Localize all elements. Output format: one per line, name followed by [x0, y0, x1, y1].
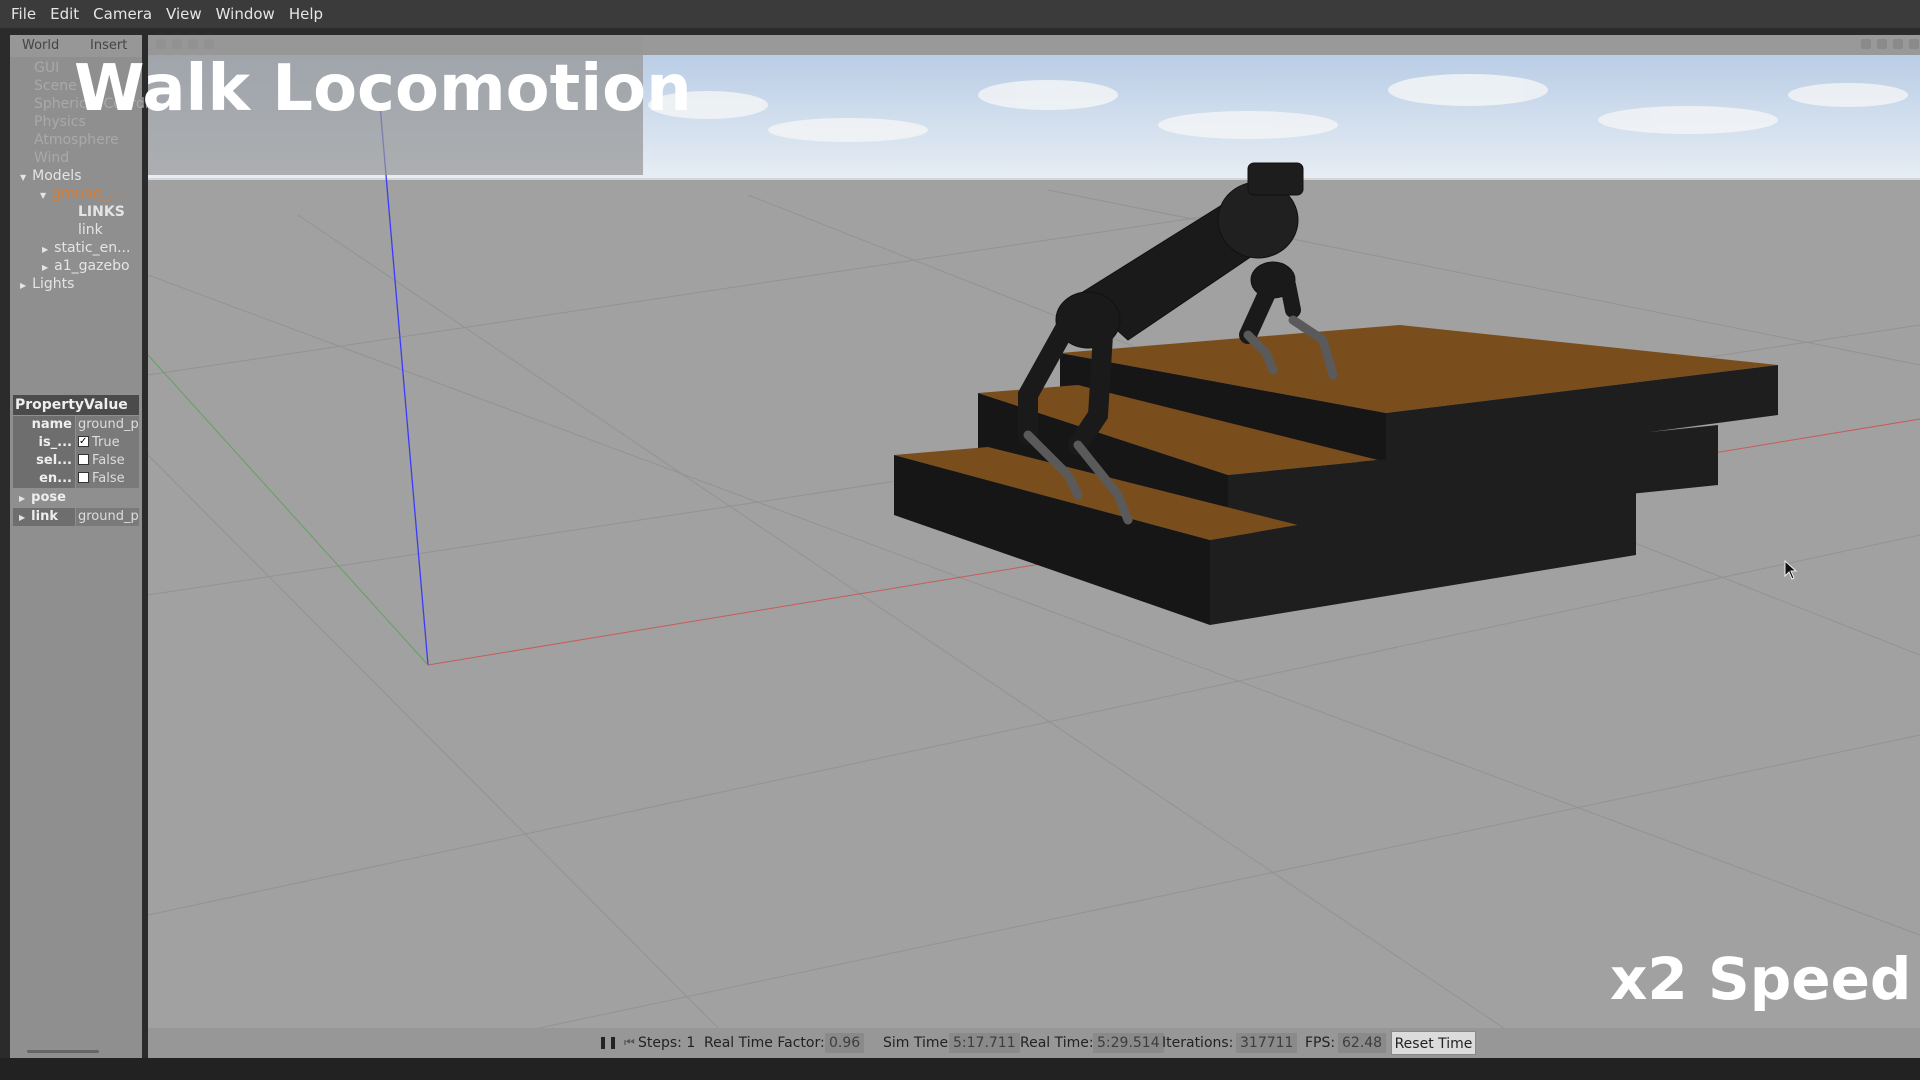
- property-row-name[interactable]: name ground_p: [13, 416, 139, 434]
- checkbox-unchecked[interactable]: [78, 472, 89, 483]
- screenshot-icon[interactable]: [1861, 39, 1871, 49]
- property-key: en...: [13, 470, 75, 488]
- real-time-label: Real Time:: [1020, 1035, 1094, 1051]
- collapsed-arrow-icon[interactable]: ▶: [42, 263, 48, 272]
- tree-item-a1-gazebo[interactable]: ▶ a1_gazebo: [42, 257, 130, 275]
- property-value[interactable]: True: [76, 434, 139, 452]
- tree-item-links: LINKS: [78, 204, 125, 220]
- checkbox-checked[interactable]: [78, 434, 89, 451]
- tree-item-link[interactable]: link: [78, 221, 103, 239]
- reset-time-button[interactable]: Reset Time: [1391, 1031, 1476, 1055]
- 3d-viewport[interactable]: [148, 35, 1920, 1058]
- bottom-strip: [0, 1058, 1920, 1080]
- pause-icon[interactable]: ❚❚: [598, 1035, 618, 1049]
- step-icon[interactable]: ⏮: [624, 1035, 635, 1050]
- tree-label: static_en...: [54, 240, 131, 256]
- property-value[interactable]: ground_p: [76, 416, 139, 434]
- mouse-cursor-icon: [1784, 560, 1798, 580]
- video-icon[interactable]: [1909, 39, 1919, 49]
- collapsed-arrow-icon[interactable]: ▶: [42, 245, 48, 254]
- rtf-value: 0.96: [825, 1033, 865, 1053]
- status-bar: ❚❚ ⏮ Steps: 1 Real Time Factor: 0.96 Sim…: [148, 1028, 1920, 1058]
- speed-label: x2 Speed: [1610, 945, 1912, 1013]
- checkbox-unchecked[interactable]: [78, 454, 89, 465]
- real-time-value: 5:29.514: [1093, 1033, 1164, 1053]
- property-key: ▶ pose: [13, 489, 75, 507]
- tree-label: a1_gazebo: [54, 258, 130, 274]
- steps-label[interactable]: Steps: 1: [638, 1035, 695, 1051]
- iterations-label: Iterations:: [1162, 1035, 1234, 1051]
- collapsed-arrow-icon[interactable]: ▶: [19, 494, 25, 503]
- menu-bar: File Edit Camera View Window Help: [0, 0, 1920, 28]
- tree-label: Lights: [32, 276, 75, 292]
- menu-camera[interactable]: Camera: [86, 0, 159, 28]
- property-value[interactable]: False: [76, 470, 139, 488]
- menu-file[interactable]: File: [4, 0, 43, 28]
- property-row-pose[interactable]: ▶ pose: [13, 489, 139, 507]
- scene-render: [148, 53, 1920, 1058]
- property-row-is-static[interactable]: is_... True: [13, 434, 139, 452]
- menu-help[interactable]: Help: [282, 0, 330, 28]
- collapsed-arrow-icon[interactable]: ▶: [20, 281, 26, 290]
- fps-label: FPS:: [1305, 1035, 1336, 1051]
- video-title: Walk Locomotion: [74, 52, 692, 126]
- rtf-label: Real Time Factor:: [704, 1035, 825, 1051]
- property-key: ▶ link: [13, 508, 75, 526]
- left-panel: World Insert GUI Scene Spherical Coordin…: [10, 35, 188, 1058]
- checkbox-label: False: [92, 471, 125, 486]
- tree-item-lights[interactable]: ▶ Lights: [20, 275, 74, 293]
- ground-plane: [148, 178, 1920, 1058]
- horizontal-scrollbar[interactable]: [27, 1050, 99, 1053]
- property-key: sel...: [13, 452, 75, 470]
- collapsed-arrow-icon[interactable]: ▶: [19, 513, 25, 522]
- expanded-arrow-icon[interactable]: ▼: [20, 173, 26, 182]
- checkbox-label: False: [92, 453, 125, 468]
- tree-label: ground_...: [52, 186, 123, 202]
- tree-item-models[interactable]: ▼ Models: [20, 167, 81, 185]
- property-row-link[interactable]: ▶ link ground_p: [13, 508, 139, 526]
- fps-value: 62.48: [1338, 1033, 1387, 1053]
- tab-insert[interactable]: Insert: [90, 38, 127, 53]
- property-key-label: link: [31, 509, 58, 524]
- sim-time-value: 5:17.711: [949, 1033, 1020, 1053]
- tree-item-wind[interactable]: Wind: [34, 149, 69, 167]
- plot-icon[interactable]: [1893, 39, 1903, 49]
- tree-item-static-env[interactable]: ▶ static_en...: [42, 239, 130, 257]
- tab-world[interactable]: World: [22, 38, 59, 53]
- tree-item-scene[interactable]: Scene: [34, 77, 77, 95]
- expanded-arrow-icon[interactable]: ▼: [40, 191, 46, 200]
- property-key: is_...: [13, 434, 75, 452]
- menu-view[interactable]: View: [159, 0, 209, 28]
- property-row-self-collide[interactable]: sel... False: [13, 452, 139, 470]
- sim-time-label: Sim Time:: [883, 1035, 953, 1051]
- iterations-value: 317711: [1236, 1033, 1298, 1053]
- tree-item-gui[interactable]: GUI: [34, 59, 59, 77]
- tree-item-ground[interactable]: ▼ ground_...: [40, 185, 122, 203]
- menu-window[interactable]: Window: [209, 0, 282, 28]
- log-icon[interactable]: [1877, 39, 1887, 49]
- property-header: PropertyValue: [13, 395, 139, 415]
- checkbox-label: True: [92, 435, 120, 450]
- property-row-enable-wind[interactable]: en... False: [13, 470, 139, 488]
- property-key: name: [13, 416, 75, 434]
- property-value[interactable]: False: [76, 452, 139, 470]
- tree-item-atmosphere[interactable]: Atmosphere: [34, 131, 119, 149]
- property-key-label: pose: [31, 490, 66, 505]
- tree-label: Models: [32, 168, 82, 184]
- menu-edit[interactable]: Edit: [43, 0, 86, 28]
- property-value[interactable]: ground_p: [76, 508, 139, 526]
